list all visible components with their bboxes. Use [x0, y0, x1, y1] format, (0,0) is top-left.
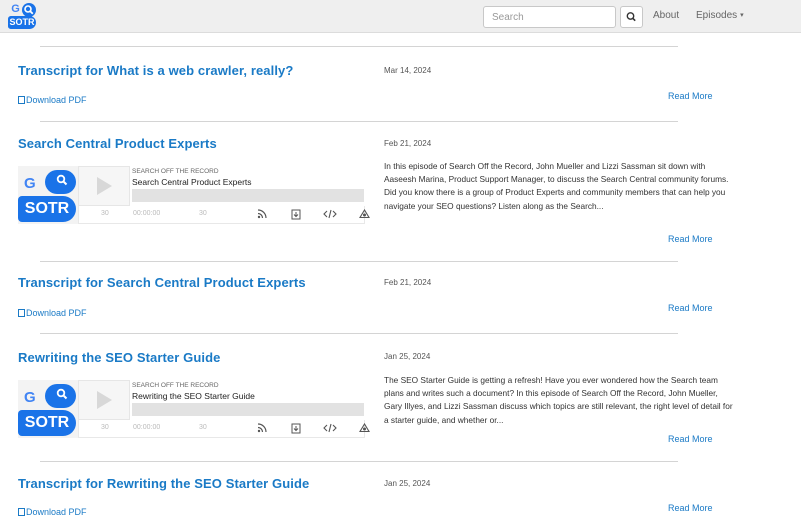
document-icon: [18, 508, 25, 516]
entry-title[interactable]: Search Central Product Experts: [18, 136, 217, 151]
read-more-link[interactable]: Read More: [668, 303, 713, 313]
player-controls: 30 00:00:00 30: [78, 206, 370, 224]
download-pdf-label: Download PDF: [26, 507, 87, 517]
read-more-link[interactable]: Read More: [668, 234, 713, 244]
entry-date: Jan 25, 2024: [384, 352, 431, 361]
podcast-episode-title: Search Central Product Experts: [132, 177, 252, 187]
podcast-show-name: Search Off The Record: [132, 168, 219, 175]
read-more-link[interactable]: Read More: [668, 91, 713, 101]
forward-button[interactable]: 30: [199, 210, 207, 217]
entry-date: Jan 25, 2024: [384, 479, 431, 488]
share-icon[interactable]: [359, 423, 370, 433]
play-icon: [97, 391, 112, 409]
podcast-logo-text: SOTR: [18, 410, 76, 436]
divider: [40, 46, 678, 47]
play-icon: [97, 177, 112, 195]
download-pdf-label: Download PDF: [26, 308, 87, 318]
podcast-player: G SOTR Search Off The Record Search Cent…: [18, 166, 370, 224]
nav-about-link[interactable]: About: [653, 10, 679, 22]
navbar: G SOTR About Episodes▾: [0, 0, 801, 33]
podcast-logo-g: G: [24, 175, 36, 192]
divider: [40, 333, 678, 334]
play-button[interactable]: [78, 380, 130, 420]
podcast-logo-g: G: [24, 389, 36, 406]
logo-g: G: [11, 3, 20, 15]
read-more-link[interactable]: Read More: [668, 503, 713, 513]
podcast-logo: G SOTR: [18, 166, 78, 224]
entry-title[interactable]: Transcript for What is a web crawler, re…: [18, 63, 293, 78]
progress-bar[interactable]: [132, 403, 364, 416]
share-icon[interactable]: [359, 209, 370, 219]
divider: [40, 261, 678, 262]
search-icon: [626, 12, 636, 22]
logo-text: SOTR: [8, 16, 36, 29]
rewind-button[interactable]: 30: [101, 210, 109, 217]
forward-button[interactable]: 30: [199, 424, 207, 431]
rss-icon[interactable]: [257, 423, 267, 433]
entry-date: Feb 21, 2024: [384, 278, 432, 287]
download-pdf-link[interactable]: Download PDF: [18, 507, 87, 517]
search-input[interactable]: [483, 6, 616, 28]
podcast-logo: G SOTR: [18, 380, 78, 438]
entry-date: Feb 21, 2024: [384, 139, 432, 148]
podcast-show-name: Search Off The Record: [132, 382, 219, 389]
rss-icon[interactable]: [257, 209, 267, 219]
nav-episodes-label: Episodes: [696, 10, 738, 21]
chevron-down-icon: ▾: [740, 12, 744, 19]
progress-bar[interactable]: [132, 189, 364, 202]
time-display: 00:00:00: [133, 210, 161, 217]
divider: [40, 121, 678, 122]
code-icon[interactable]: [323, 209, 337, 219]
download-pdf-link[interactable]: Download PDF: [18, 95, 87, 105]
nav-episodes-dropdown[interactable]: Episodes ▾: [696, 10, 744, 22]
download-pdf-link[interactable]: Download PDF: [18, 308, 87, 318]
logo-search-icon: [22, 3, 36, 17]
podcast-player: G SOTR Search Off The Record Rewriting t…: [18, 380, 370, 438]
search-button[interactable]: [620, 6, 643, 28]
search-icon: [56, 174, 68, 186]
download-icon[interactable]: [291, 423, 301, 434]
podcast-episode-title: Rewriting the SEO Starter Guide: [132, 391, 255, 401]
search-icon: [56, 388, 68, 400]
code-icon[interactable]: [323, 423, 337, 433]
entry-description: The SEO Starter Guide is getting a refre…: [384, 375, 733, 425]
document-icon: [18, 309, 25, 317]
read-more-link[interactable]: Read More: [668, 434, 713, 444]
download-icon[interactable]: [291, 209, 301, 220]
document-icon: [18, 96, 25, 104]
play-button[interactable]: [78, 166, 130, 206]
entry-title[interactable]: Transcript for Rewriting the SEO Starter…: [18, 476, 309, 491]
site-logo[interactable]: G SOTR: [8, 3, 37, 30]
entry-title[interactable]: Transcript for Search Central Product Ex…: [18, 275, 306, 290]
rewind-button[interactable]: 30: [101, 424, 109, 431]
download-pdf-label: Download PDF: [26, 95, 87, 105]
player-controls: 30 00:00:00 30: [78, 420, 370, 438]
entry-title[interactable]: Rewriting the SEO Starter Guide: [18, 350, 220, 365]
divider: [40, 461, 678, 462]
time-display: 00:00:00: [133, 424, 161, 431]
podcast-logo-text: SOTR: [18, 196, 76, 222]
entry-description: In this episode of Search Off the Record…: [384, 161, 729, 211]
entry-date: Mar 14, 2024: [384, 66, 432, 75]
